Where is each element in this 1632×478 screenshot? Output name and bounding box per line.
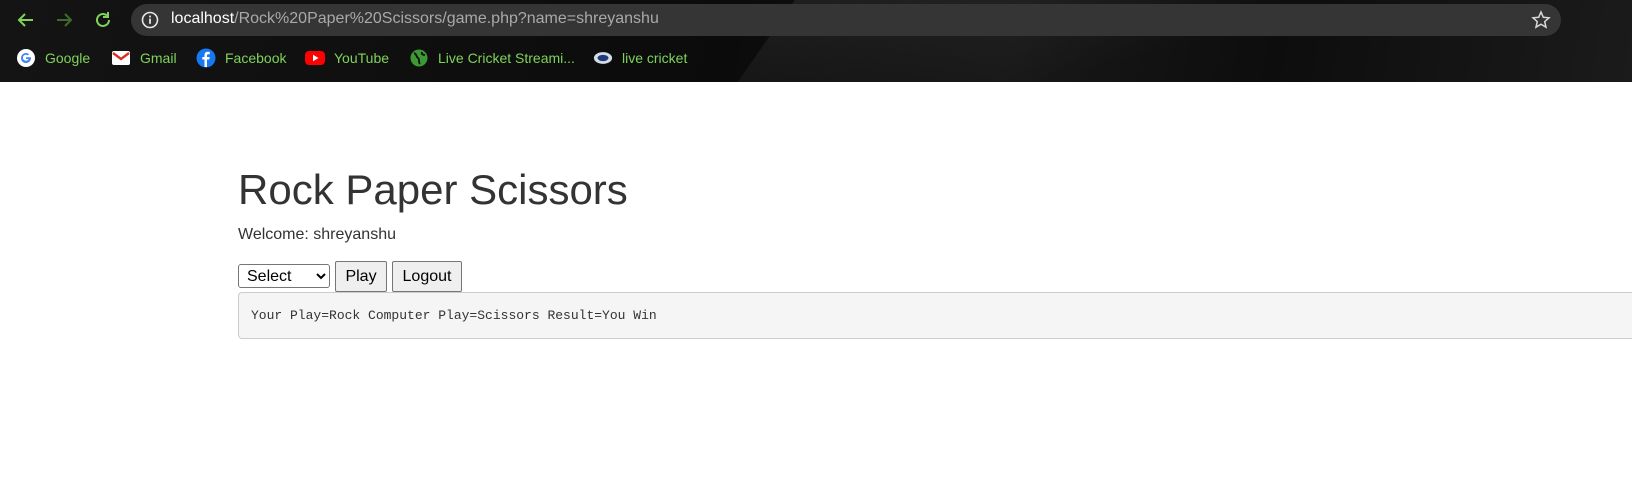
facebook-icon (196, 48, 216, 68)
reload-button[interactable] (89, 6, 117, 34)
site-icon (593, 48, 613, 68)
bookmark-gmail[interactable]: Gmail (111, 44, 177, 72)
star-icon[interactable] (1531, 10, 1551, 30)
bookmark-label: Facebook (225, 50, 287, 66)
google-icon (16, 48, 36, 68)
play-button[interactable]: Play (335, 261, 387, 292)
url-path: /Rock%20Paper%20Scissors/game.php?name=s… (234, 10, 659, 27)
bookmark-label: Gmail (140, 50, 177, 66)
browser-chrome: localhost/Rock%20Paper%20Scissors/game.p… (0, 0, 1632, 82)
globe-icon (409, 48, 429, 68)
bookmark-label: YouTube (334, 50, 390, 66)
bookmark-google[interactable]: Google (16, 44, 90, 72)
forward-button[interactable] (50, 6, 78, 34)
bookmark-live-cricket[interactable]: live cricket (593, 44, 687, 72)
result-text: Your Play=Rock Computer Play=Scissors Re… (251, 308, 657, 323)
url-host: localhost (171, 10, 235, 27)
play-choice-select[interactable]: Select (238, 264, 330, 288)
address-bar[interactable]: localhost/Rock%20Paper%20Scissors/game.p… (131, 4, 1561, 36)
back-arrow-icon (17, 13, 33, 27)
bookmark-live-cricket-streaming[interactable]: Live Cricket Streami... (409, 44, 575, 72)
reload-icon (96, 12, 110, 27)
welcome-text: Welcome: shreyanshu (238, 226, 396, 243)
bookmark-facebook[interactable]: Facebook (196, 44, 286, 72)
bookmark-label: Live Cricket Streami... (438, 50, 575, 66)
bookmarks-bar: Google Gmail Facebook YouTube Live Crick… (0, 44, 1632, 72)
youtube-icon (305, 48, 325, 68)
forward-arrow-icon (57, 13, 73, 27)
result-panel: Your Play=Rock Computer Play=Scissors Re… (238, 292, 1632, 339)
gmail-icon (111, 48, 131, 68)
bookmark-label: Google (45, 50, 91, 66)
url-text[interactable]: localhost/Rock%20Paper%20Scissors/game.p… (171, 10, 659, 28)
info-icon[interactable] (141, 11, 159, 29)
page-title: Rock Paper Scissors (238, 166, 628, 213)
logout-button[interactable]: Logout (392, 261, 462, 292)
bookmark-label: live cricket (622, 50, 688, 66)
bookmark-youtube[interactable]: YouTube (305, 44, 389, 72)
back-button[interactable] (12, 6, 40, 34)
